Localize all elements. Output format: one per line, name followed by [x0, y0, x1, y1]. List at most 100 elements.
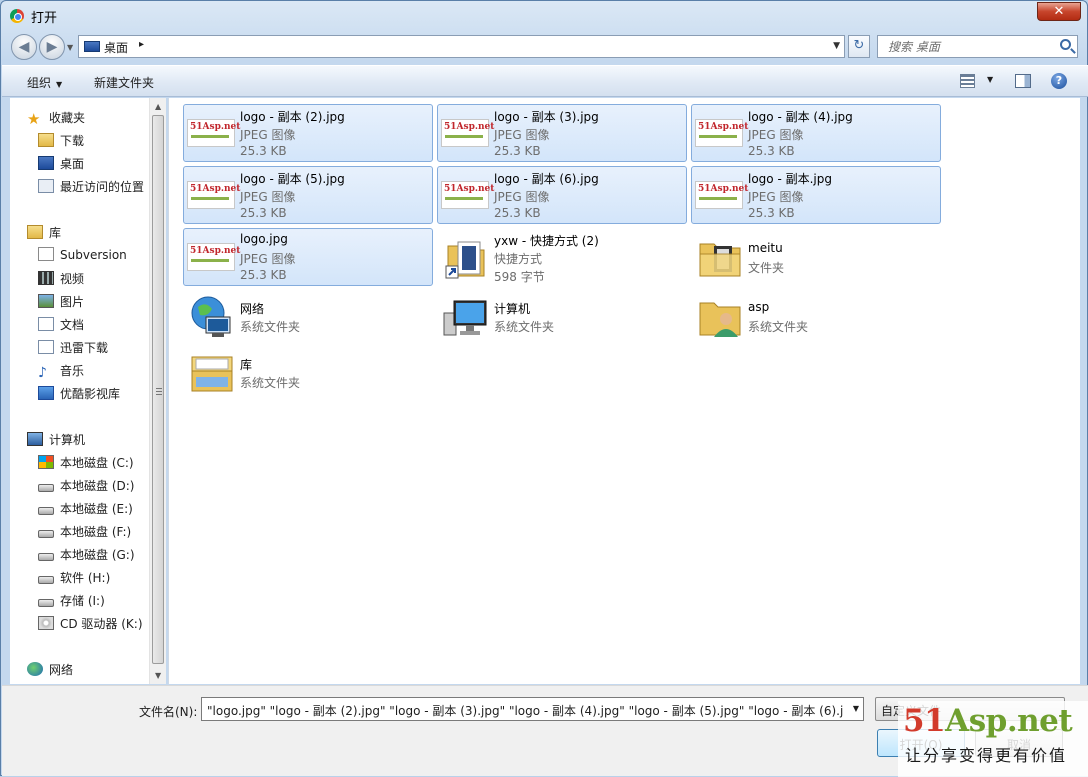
nav-item-drive-g[interactable]: 本地磁盘 (G:) — [38, 546, 135, 566]
nav-item-music[interactable]: ♪ 音乐 — [38, 362, 84, 382]
file-name: logo - 副本.jpg — [748, 172, 832, 186]
view-dropdown-icon[interactable]: ▼ — [987, 75, 993, 84]
nav-network[interactable]: 网络 — [27, 661, 73, 681]
file-size: 25.3 KB — [240, 144, 287, 158]
nav-favorites[interactable]: ★ 收藏夹 — [27, 109, 85, 129]
change-view-icon[interactable] — [960, 74, 975, 88]
scroll-up-icon[interactable]: ▲ — [155, 102, 161, 111]
close-button[interactable]: ✕ — [1037, 2, 1081, 21]
chevron-down-icon: ▼ — [56, 80, 63, 89]
folder-item[interactable]: 库 系统文件夹 — [183, 343, 433, 401]
youku-library-icon — [38, 386, 54, 400]
file-name: yxw - 快捷方式 (2) — [494, 234, 599, 248]
downloads-folder-icon — [38, 133, 54, 147]
search-box[interactable] — [877, 35, 1078, 58]
file-type: 系统文件夹 — [748, 320, 809, 334]
scroll-thumb[interactable] — [152, 115, 164, 664]
file-name: 网络 — [240, 302, 265, 316]
video-library-icon — [38, 271, 54, 285]
nav-item-drive-h[interactable]: 软件 (H:) — [38, 569, 110, 589]
file-type: 系统文件夹 — [494, 320, 555, 334]
address-dropdown-icon[interactable]: ▼ — [833, 41, 840, 51]
file-size: 25.3 KB — [748, 206, 795, 220]
folder-item[interactable]: meitu 文件夹 — [691, 228, 941, 286]
nav-label: 迅雷下载 — [60, 341, 109, 355]
file-name: logo - 副本 (3).jpg — [494, 110, 599, 124]
window-title: 打开 — [31, 11, 58, 26]
file-item[interactable]: 51Asp.net logo - 副本.jpg JPEG 图像 25.3 KB — [691, 166, 941, 224]
nav-scrollbar[interactable]: ▲ ▼ — [149, 98, 166, 684]
file-item[interactable]: 51Asp.net logo - 副本 (6).jpg JPEG 图像 25.3… — [437, 166, 687, 224]
preview-pane-icon[interactable] — [1015, 74, 1031, 88]
folder-item[interactable]: asp 系统文件夹 — [691, 287, 941, 345]
refresh-button[interactable]: ↻ — [848, 35, 870, 58]
file-type: 文件夹 — [748, 261, 785, 275]
nav-item-drive-i[interactable]: 存储 (I:) — [38, 592, 105, 612]
folder-icon — [699, 243, 741, 277]
file-item[interactable]: yxw - 快捷方式 (2) 快捷方式 598 字节 — [437, 228, 687, 286]
library-icon — [191, 356, 233, 392]
search-input[interactable] — [886, 39, 1051, 54]
file-type: JPEG 图像 — [240, 190, 296, 204]
filename-input[interactable]: "logo.jpg" "logo - 副本 (2).jpg" "logo - 副… — [207, 702, 843, 719]
nav-label: Subversion — [60, 248, 127, 262]
file-type: JPEG 图像 — [240, 252, 296, 266]
nav-item-xunlei-downloads[interactable]: 迅雷下载 — [38, 339, 108, 359]
nav-label: 存储 (I:) — [60, 594, 105, 608]
search-icon[interactable] — [1060, 39, 1071, 50]
nav-item-recent-places[interactable]: 最近访问的位置 — [38, 178, 144, 198]
new-folder-button[interactable]: 新建文件夹 — [94, 74, 154, 91]
file-item[interactable]: 51Asp.net logo - 副本 (3).jpg JPEG 图像 25.3… — [437, 104, 687, 162]
help-icon[interactable]: ? — [1051, 73, 1067, 89]
nav-item-videos[interactable]: 视频 — [38, 270, 84, 290]
file-item[interactable]: 51Asp.net logo - 副本 (2).jpg JPEG 图像 25.3… — [183, 104, 433, 162]
nav-item-documents[interactable]: 文档 — [38, 316, 84, 336]
open-file-dialog: 打开 ✕ ◀ ▶ ▼ 桌面 ▸ ▼ ↻ 组织 ▼ 新建文件夹 ▼ ? ★ 收藏夹 — [0, 0, 1088, 777]
file-item[interactable]: 51Asp.net logo.jpg JPEG 图像 25.3 KB — [183, 228, 433, 286]
nav-item-drive-c[interactable]: 本地磁盘 (C:) — [38, 454, 134, 474]
scroll-down-icon[interactable]: ▼ — [155, 671, 161, 680]
folder-item[interactable]: 网络 系统文件夹 — [183, 287, 433, 345]
nav-item-pictures[interactable]: 图片 — [38, 293, 84, 313]
nav-item-drive-f[interactable]: 本地磁盘 (F:) — [38, 523, 131, 543]
desktop-icon — [38, 156, 54, 170]
nav-libraries[interactable]: 库 — [27, 224, 61, 244]
nav-item-desktop[interactable]: 桌面 — [38, 155, 84, 175]
file-name: logo - 副本 (2).jpg — [240, 110, 345, 124]
file-item[interactable]: 51Asp.net logo - 副本 (4).jpg JPEG 图像 25.3… — [691, 104, 941, 162]
nav-item-downloads[interactable]: 下载 — [38, 132, 84, 152]
breadcrumb-arrow-icon[interactable]: ▸ — [139, 39, 144, 50]
forward-button[interactable]: ▶ — [39, 34, 65, 60]
recent-locations-dropdown[interactable]: ▼ — [67, 43, 73, 52]
subversion-library-icon — [38, 247, 54, 261]
title-bar[interactable]: 打开 ✕ — [1, 1, 1087, 31]
nav-item-youku[interactable]: 优酷影视库 — [38, 385, 120, 405]
star-icon: ★ — [27, 110, 41, 128]
nav-label: 图片 — [60, 295, 85, 309]
file-item[interactable]: 51Asp.net logo - 副本 (5).jpg JPEG 图像 25.3… — [183, 166, 433, 224]
cd-drive-icon — [38, 616, 54, 630]
organize-menu[interactable]: 组织 ▼ — [27, 74, 62, 91]
music-note-icon: ♪ — [38, 365, 47, 381]
back-arrow-icon: ◀ — [18, 39, 30, 55]
hard-drive-icon — [38, 576, 54, 584]
nav-item-drive-e[interactable]: 本地磁盘 (E:) — [38, 500, 133, 520]
nav-item-drive-d[interactable]: 本地磁盘 (D:) — [38, 477, 134, 497]
nav-label: 本地磁盘 (F:) — [60, 525, 132, 539]
network-icon — [27, 662, 43, 676]
hard-drive-icon — [38, 553, 54, 561]
breadcrumb-desktop[interactable]: 桌面 — [104, 39, 128, 56]
nav-computer[interactable]: 计算机 — [27, 431, 85, 451]
nav-computer-label: 计算机 — [49, 433, 86, 447]
nav-label: 桌面 — [60, 157, 85, 171]
folder-item[interactable]: 计算机 系统文件夹 — [437, 287, 687, 345]
back-button[interactable]: ◀ — [11, 34, 37, 60]
jpeg-thumbnail-icon: 51Asp.net — [695, 181, 748, 209]
nav-item-drive-k[interactable]: CD 驱动器 (K:) — [38, 615, 143, 635]
filename-combobox[interactable]: "logo.jpg" "logo - 副本 (2).jpg" "logo - 副… — [201, 697, 864, 721]
nav-libraries-label: 库 — [49, 226, 62, 240]
nav-item-subversion[interactable]: Subversion — [38, 247, 127, 267]
chevron-down-icon[interactable]: ▼ — [853, 704, 859, 713]
address-bar[interactable]: 桌面 ▸ ▼ — [78, 35, 845, 58]
jpeg-thumbnail-icon: 51Asp.net — [441, 119, 494, 147]
